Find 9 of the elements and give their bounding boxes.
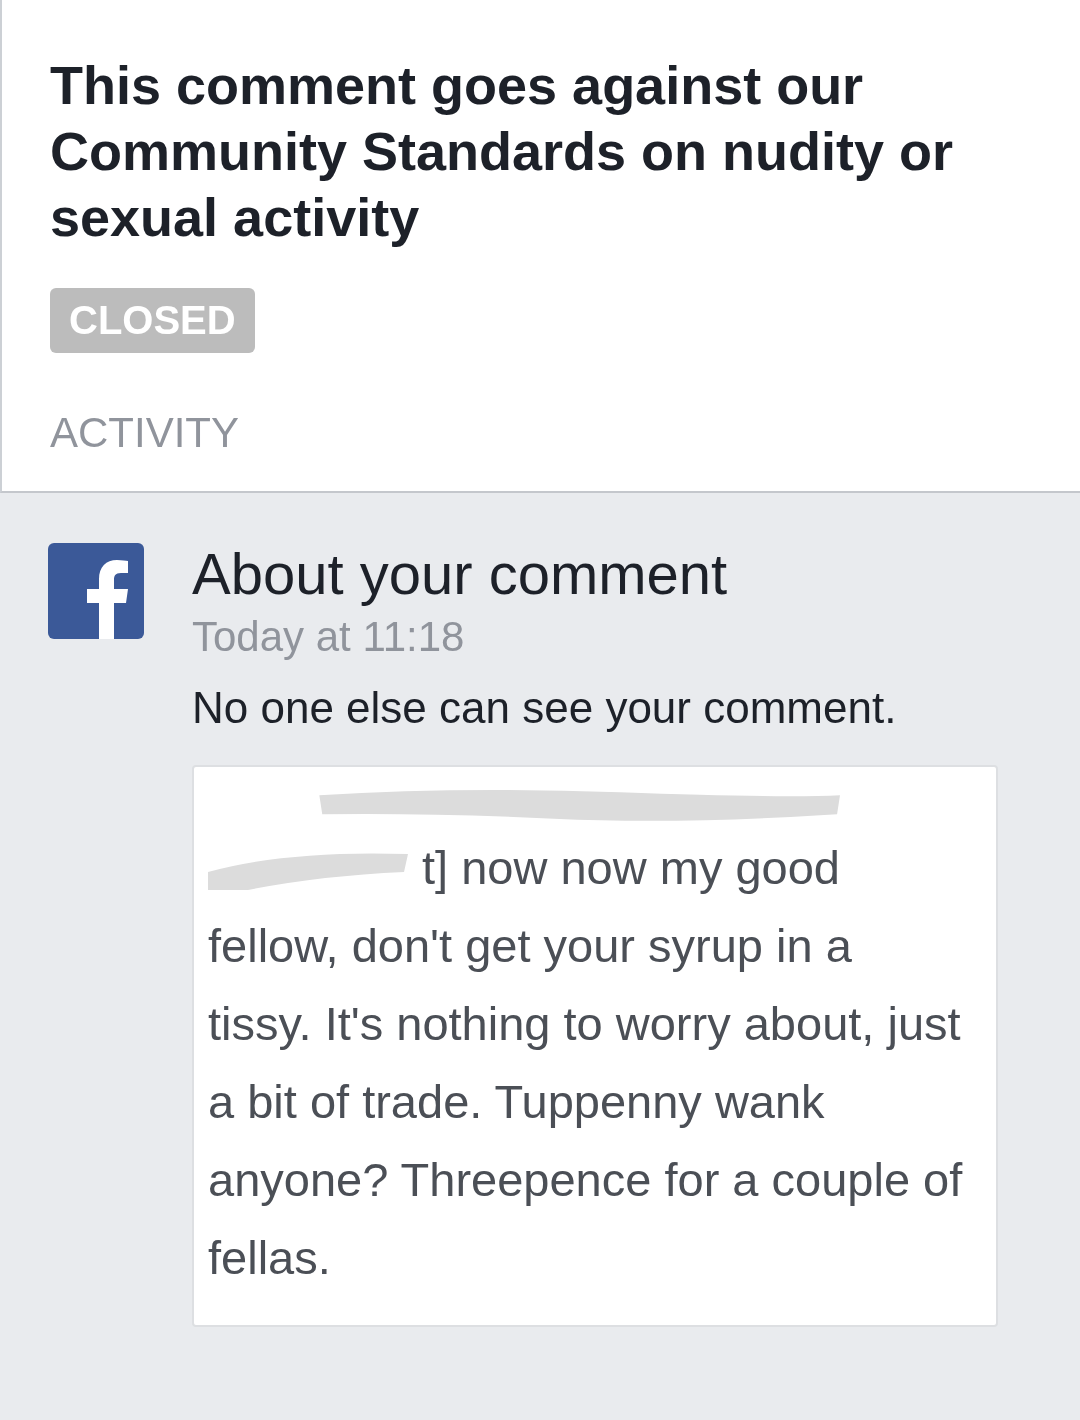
section-label: ACTIVITY xyxy=(50,409,241,457)
comment-text: t] now now my good xyxy=(422,840,840,896)
comment-text: fellow, don't get your syrup in a tissy. It's nothing to worry about, just a bit of trade. Tuppenny wank anyone? Threepence for a couple of fellas. xyxy=(208,918,964,1286)
notification-title: About your comment xyxy=(192,541,729,607)
page-title: This comment goes against our Community Standards on nudity or sexual activity xyxy=(50,54,955,249)
logo-icon xyxy=(48,543,144,639)
timestamp: Today at 11:18 xyxy=(192,612,466,662)
status-badge: CLOSED xyxy=(50,288,255,353)
notification-message: No one else can see your comment. xyxy=(192,682,898,734)
